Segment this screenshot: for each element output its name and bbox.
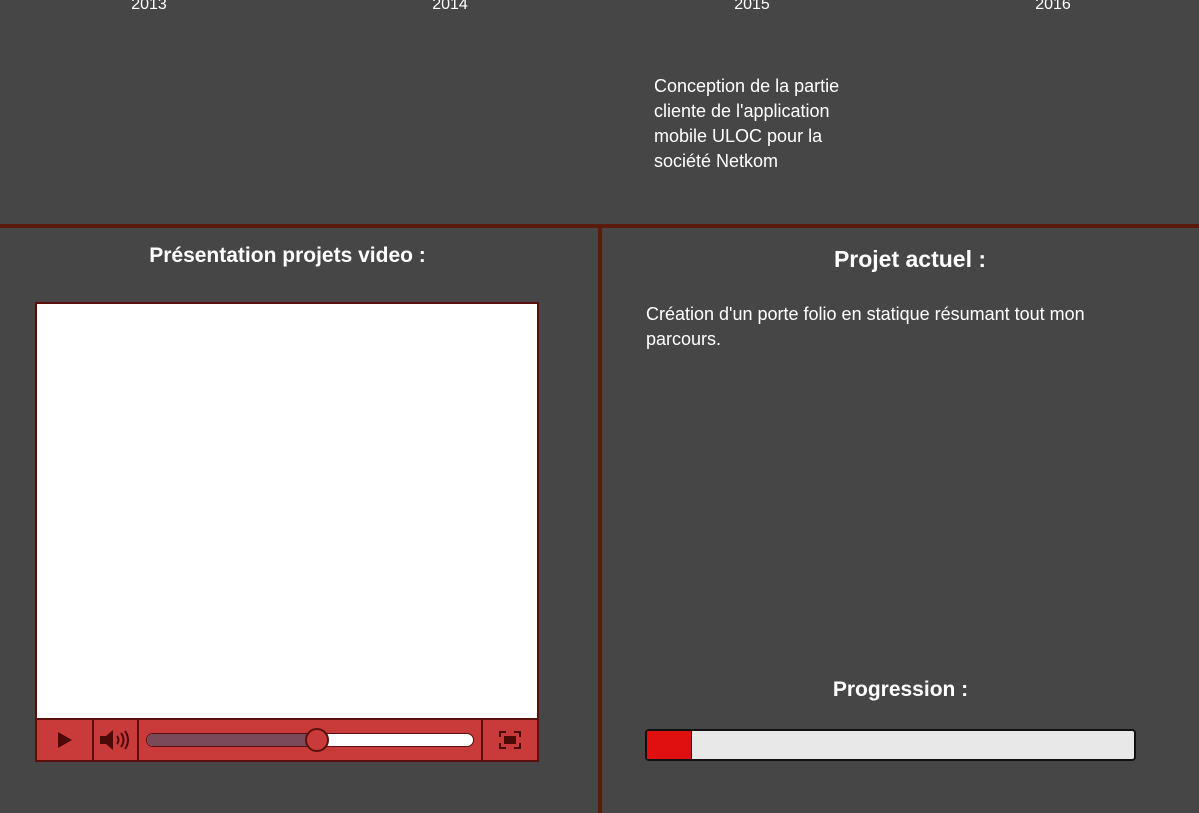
video-screen[interactable] [37,304,537,718]
seek-thumb[interactable] [304,728,329,752]
fullscreen-button[interactable] [483,720,537,760]
timeline: 2013 2014 2015 2016 Conception de la par… [0,0,1199,224]
progress-title: Progression : [832,678,969,701]
volume-button[interactable] [94,720,139,760]
current-project-title: Projet actuel : [833,246,987,272]
timeline-year-2014: 2014 [432,0,468,13]
seek-bar-area [139,720,483,760]
seek-bar-played [147,734,317,746]
fullscreen-icon [499,731,521,749]
progress-bar [645,729,1136,761]
video-section-title: Présentation projets video : [149,244,426,267]
timeline-event-text: Conception de la partie cliente de l'app… [654,76,840,171]
volume-icon [99,730,129,750]
play-icon [57,732,72,748]
seek-bar[interactable] [146,728,474,752]
video-player[interactable] [35,302,539,762]
play-button[interactable] [37,720,94,760]
timeline-year-2015: 2015 [734,0,770,13]
timeline-year-2013: 2013 [131,0,167,13]
video-controls [37,718,537,760]
page: 2013 2014 2015 2016 Conception de la par… [0,0,1199,813]
current-project-description: Création d'un porte folio en statique ré… [646,304,1085,349]
progress-bar-fill [647,731,692,759]
timeline-year-2016: 2016 [1035,0,1071,13]
vertical-divider [598,228,602,813]
